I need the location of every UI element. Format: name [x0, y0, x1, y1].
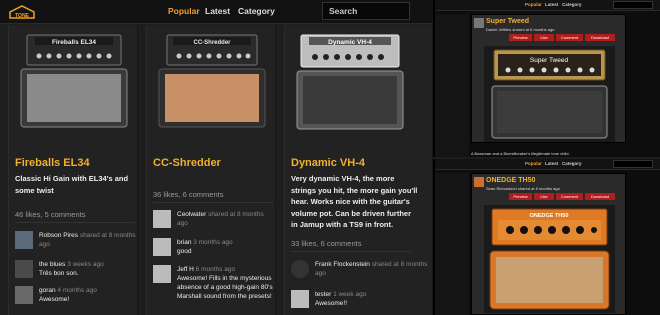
dimmed-background: [435, 173, 469, 315]
comment-item: brian 3 months ago good: [153, 238, 275, 262]
comment-meta: 3 weeks ago: [65, 261, 104, 268]
avatar[interactable]: [153, 210, 171, 228]
preset-stats: 36 likes, 6 comments: [153, 190, 224, 199]
top-bar: TONE Popular Latest Category Search: [0, 0, 433, 24]
preset-card[interactable]: Dynamic VH-4 Dynamic VH-4 Very dynamic V…: [284, 25, 433, 315]
amp-image[interactable]: CC-Shredder: [151, 25, 273, 137]
mini-tab-latest[interactable]: Latest: [545, 161, 558, 166]
tab-category[interactable]: Category: [238, 6, 275, 16]
comment-item: Frank Flockenstein shared at 8 months ag…: [291, 260, 427, 284]
comment-button[interactable]: Comment: [556, 193, 583, 200]
divider: [291, 251, 411, 252]
preset-modal: Super Tweed Daniel Jeffries shared at 6 …: [471, 14, 626, 143]
preset-card[interactable]: Fireballs EL34 Fireballs EL34 Classic Hi…: [8, 25, 138, 315]
avatar[interactable]: [15, 231, 33, 249]
mini-search-input[interactable]: [613, 1, 653, 9]
divider: [15, 222, 135, 223]
comment-text: Awesome!!: [315, 300, 348, 307]
dimmed-background: [435, 14, 469, 157]
amp-image[interactable]: Fireballs EL34: [13, 25, 135, 137]
comment-item: goran 4 months ago Awesome!: [15, 286, 137, 310]
preset-thumbnail: [474, 177, 484, 187]
search-input[interactable]: Search: [322, 2, 410, 20]
divider: [153, 202, 273, 203]
comment-user[interactable]: goran: [39, 287, 56, 294]
tab-latest[interactable]: Latest: [205, 6, 230, 16]
mini-tab-latest[interactable]: Latest: [545, 2, 558, 7]
avatar[interactable]: [153, 238, 171, 256]
comment-user[interactable]: brian: [177, 239, 191, 246]
like-button[interactable]: Like: [534, 193, 554, 200]
preview-button[interactable]: Preview: [509, 34, 532, 41]
amp-plate-text: Fireballs EL34: [52, 39, 96, 46]
preset-stats: 46 likes, 5 comments: [15, 210, 86, 219]
comment-meta: 4 months ago: [55, 287, 97, 294]
download-button[interactable]: Download: [585, 193, 615, 200]
preset-modal: ONEDGE TH50 Sean Richardson shared at 8 …: [471, 173, 626, 315]
comment-user[interactable]: the blues: [39, 261, 65, 268]
mini-tab-category[interactable]: Category: [562, 161, 582, 166]
comment-item: the blues 3 weeks ago Três bon son.: [15, 260, 137, 284]
tone-logo[interactable]: TONE: [7, 4, 37, 20]
amp-plate-text: Dynamic VH-4: [328, 39, 372, 46]
comment-item: Robson Pires shared at 8 months ago: [15, 231, 137, 255]
avatar[interactable]: [291, 260, 309, 278]
comment-meta: 6 months ago: [193, 266, 236, 273]
modal-subtitle: Daniel Jeffries shared at 6 months ago: [486, 27, 555, 32]
avatar[interactable]: [153, 265, 171, 283]
comment-user[interactable]: Jeff H: [177, 266, 194, 273]
preset-name[interactable]: Fireballs EL34: [15, 157, 90, 169]
preset-card[interactable]: CC-Shredder CC-Shredder 36 likes, 6 comm…: [146, 25, 276, 315]
comment-user[interactable]: Robson Pires: [39, 232, 78, 239]
comment-item: Ceolwater shared at 8 months ago: [153, 210, 275, 234]
preset-name[interactable]: Dynamic VH-4: [291, 157, 365, 169]
mini-top-bar: Popular Latest Category: [435, 159, 660, 170]
modal-subtitle: Sean Richardson shared at 8 months ago: [486, 186, 560, 191]
amp-image[interactable]: ONEDGE TH50: [484, 205, 615, 313]
amp-plate-text: Super Tweed: [530, 57, 569, 64]
amp-image[interactable]: Super Tweed: [484, 46, 615, 142]
tab-popular[interactable]: Popular: [168, 6, 200, 16]
preview-button[interactable]: Preview: [509, 193, 532, 200]
preset-description: Classic Hi Gain with EL34's and some twi…: [15, 174, 129, 195]
main-app: TONE Popular Latest Category Search Fire…: [0, 0, 433, 315]
comment-text: good: [177, 248, 192, 255]
preset-name[interactable]: CC-Shredder: [153, 157, 221, 169]
modal-caption: A Bassman and a BluesBreaker's illegitim…: [471, 151, 570, 156]
amp-image[interactable]: Dynamic VH-4: [289, 25, 411, 137]
mini-search-input[interactable]: [613, 160, 653, 168]
mini-tab-category[interactable]: Category: [562, 2, 582, 7]
mini-tab-popular[interactable]: Popular: [525, 2, 542, 7]
preset-description: Very dynamic VH-4, the more strings you …: [291, 174, 418, 229]
comment-text: Três bon son.: [39, 270, 79, 277]
download-button[interactable]: Download: [585, 34, 615, 41]
preset-detail-screenshot: Popular Latest Category Super Tweed Dani…: [433, 0, 660, 157]
comment-user[interactable]: tester: [315, 291, 331, 298]
modal-title: ONEDGE TH50: [486, 177, 536, 184]
logo-text: TONE: [15, 13, 29, 19]
like-button[interactable]: Like: [534, 34, 554, 41]
amp-plate-text: ONEDGE TH50: [530, 213, 569, 219]
comment-item: Jeff H 6 months ago Awesome! Fills in the…: [153, 265, 275, 305]
preset-thumbnail: [474, 18, 484, 28]
comment-user[interactable]: Ceolwater: [177, 211, 206, 218]
mini-tab-popular[interactable]: Popular: [525, 161, 542, 166]
comment-button[interactable]: Comment: [556, 34, 583, 41]
amp-plate-text: CC-Shredder: [193, 40, 231, 46]
mini-top-bar: Popular Latest Category: [435, 0, 660, 11]
modal-title: Super Tweed: [486, 18, 530, 25]
preset-stats: 33 likes, 6 comments: [291, 239, 362, 248]
comment-text: Awesome!: [39, 296, 70, 303]
comment-meta: 1 week ago: [331, 291, 367, 298]
comment-item: tester 1 week ago Awesome!!: [291, 290, 413, 314]
avatar[interactable]: [15, 260, 33, 278]
comment-text: Awesome! Fills in the mysterious absence…: [177, 275, 273, 300]
avatar[interactable]: [15, 286, 33, 304]
comment-meta: 3 months ago: [191, 239, 233, 246]
preset-detail-screenshot: Popular Latest Category ONEDGE TH50 Sean…: [433, 159, 660, 315]
avatar[interactable]: [291, 290, 309, 308]
comment-user[interactable]: Frank Flockenstein: [315, 261, 370, 268]
